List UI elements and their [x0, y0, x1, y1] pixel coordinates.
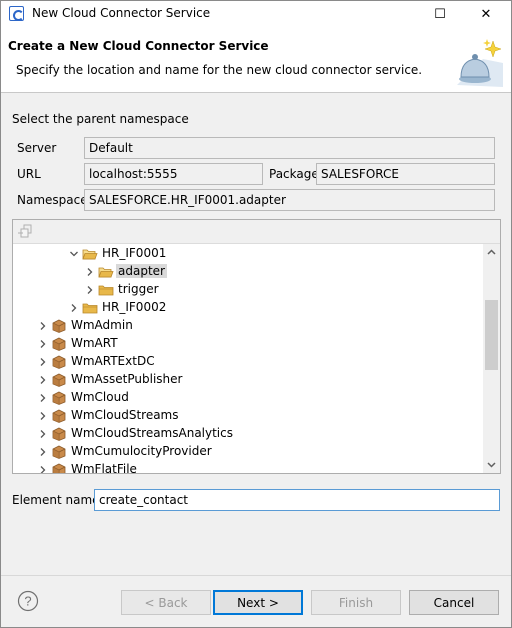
namespace-field: SALESFORCE.HR_IF0001.adapter — [84, 189, 495, 211]
tree-item-label: WmARTExtDC — [71, 354, 155, 368]
svg-text:?: ? — [24, 594, 31, 609]
namespace-label: Namespace — [17, 193, 88, 207]
package-icon — [52, 355, 66, 369]
chevron-right-icon[interactable] — [85, 285, 95, 295]
package-field: SALESFORCE — [316, 163, 495, 185]
server-label: Server — [17, 141, 57, 155]
package-icon — [52, 319, 66, 333]
chevron-right-icon[interactable] — [38, 447, 48, 457]
package-icon — [52, 337, 66, 351]
element-name-input[interactable]: create_contact — [94, 489, 500, 511]
tree-item[interactable]: WmARTExtDC — [13, 353, 483, 371]
tree-item-label: WmAssetPublisher — [71, 372, 183, 386]
tree-item[interactable]: WmFlatFile — [13, 461, 483, 473]
help-icon[interactable]: ? — [17, 590, 39, 612]
chevron-down-icon[interactable] — [69, 249, 79, 259]
back-button[interactable]: < Back — [121, 590, 211, 615]
scroll-up-icon[interactable] — [483, 244, 500, 261]
wizard-bell-icon — [457, 39, 503, 87]
collapse-all-icon[interactable] — [17, 223, 35, 241]
tree-item-label: WmART — [71, 336, 118, 350]
section-label: Select the parent namespace — [12, 112, 189, 126]
package-icon — [52, 427, 66, 441]
chevron-right-icon[interactable] — [38, 357, 48, 367]
package-icon — [52, 373, 66, 387]
namespace-tree: HR_IF0001adapter trigger HR_IF0002 WmAdmin W… — [12, 219, 501, 474]
scroll-down-icon[interactable] — [483, 456, 500, 473]
tree-item-label: adapter — [116, 264, 167, 278]
footer-divider — [1, 575, 511, 576]
app-icon — [9, 6, 24, 21]
folder-icon — [82, 303, 98, 314]
chevron-right-icon[interactable] — [38, 429, 48, 439]
tree-item-label: trigger — [118, 282, 159, 296]
tree-rows: HR_IF0001adapter trigger HR_IF0002 WmAdmin W… — [13, 244, 483, 473]
tree-item[interactable]: WmCloudStreams — [13, 407, 483, 425]
maximize-button[interactable]: ☐ — [417, 1, 463, 27]
tree-item[interactable]: trigger — [13, 281, 483, 299]
tree-item-label: WmCloud — [71, 390, 129, 404]
server-field: Default — [84, 137, 495, 159]
tree-item-label: WmFlatFile — [71, 462, 137, 473]
tree-item-label: HR_IF0002 — [102, 300, 167, 314]
chevron-right-icon[interactable] — [38, 321, 48, 331]
folder-icon — [98, 285, 114, 296]
wizard-title: Create a New Cloud Connector Service — [8, 39, 269, 53]
tree-item-label: WmCloudStreamsAnalytics — [71, 426, 233, 440]
close-button[interactable]: ✕ — [463, 1, 509, 27]
tree-item[interactable]: WmART — [13, 335, 483, 353]
package-label: Package — [269, 167, 319, 181]
chevron-right-icon[interactable] — [38, 393, 48, 403]
package-icon — [52, 463, 66, 473]
package-icon — [52, 391, 66, 405]
package-icon — [52, 445, 66, 459]
open-folder-icon — [82, 249, 98, 260]
scroll-thumb[interactable] — [485, 300, 498, 370]
package-icon — [52, 409, 66, 423]
cancel-button[interactable]: Cancel — [409, 590, 499, 615]
chevron-right-icon[interactable] — [38, 465, 48, 473]
tree-item[interactable]: adapter — [13, 263, 483, 281]
dialog-window: New Cloud Connector Service ☐ ✕ Create a… — [0, 0, 512, 628]
title-bar: New Cloud Connector Service ☐ ✕ — [1, 1, 511, 27]
tree-item-label: HR_IF0001 — [102, 246, 167, 260]
url-field: localhost:5555 — [84, 163, 263, 185]
tree-item[interactable]: WmAdmin — [13, 317, 483, 335]
tree-toolbar — [13, 220, 500, 244]
url-label: URL — [17, 167, 41, 181]
tree-item[interactable]: HR_IF0001 — [13, 245, 483, 263]
open-folder-icon — [98, 267, 114, 278]
window-title: New Cloud Connector Service — [32, 6, 211, 20]
tree-item[interactable]: WmCloud — [13, 389, 483, 407]
tree-item-label: WmCumulocityProvider — [71, 444, 212, 458]
next-button[interactable]: Next > — [213, 590, 303, 615]
tree-scrollbar[interactable] — [483, 244, 500, 473]
tree-item[interactable]: WmAssetPublisher — [13, 371, 483, 389]
tree-item-label: WmCloudStreams — [71, 408, 179, 422]
chevron-right-icon[interactable] — [38, 411, 48, 421]
tree-item[interactable]: HR_IF0002 — [13, 299, 483, 317]
wizard-banner: Create a New Cloud Connector Service Spe… — [1, 27, 511, 93]
element-name-label: Element name — [12, 493, 100, 507]
tree-item-label: WmAdmin — [71, 318, 133, 332]
wizard-description: Specify the location and name for the ne… — [16, 63, 423, 77]
chevron-right-icon[interactable] — [85, 267, 95, 277]
chevron-right-icon[interactable] — [38, 375, 48, 385]
finish-button[interactable]: Finish — [311, 590, 401, 615]
chevron-right-icon[interactable] — [38, 339, 48, 349]
tree-item[interactable]: WmCumulocityProvider — [13, 443, 483, 461]
tree-item[interactable]: WmCloudStreamsAnalytics — [13, 425, 483, 443]
chevron-right-icon[interactable] — [69, 303, 79, 313]
